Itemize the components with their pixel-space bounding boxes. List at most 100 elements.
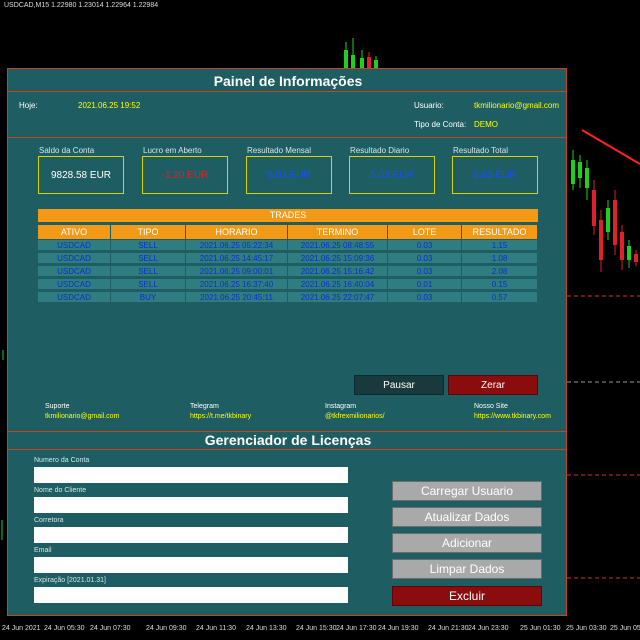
license-button-adicionar[interactable]: Adicionar	[392, 533, 542, 553]
time-axis-label: 24 Jun 05:30	[44, 625, 85, 632]
trades-table: TRADES ATIVO TIPO HORARIO TERMINO LOTE RESULT…	[38, 209, 538, 303]
table-cell: USDCAD	[38, 253, 111, 264]
table-cell: 0.57	[462, 292, 538, 303]
table-row: USDCAD SELL 2021.06.25 09:00:01 2021.06.25 …	[38, 266, 538, 278]
summary-card-value: -1.20 EUR	[142, 156, 228, 194]
table-cell: 2.08	[462, 266, 538, 277]
license-field-input[interactable]	[34, 467, 348, 483]
hoje-label: Hoje:	[19, 101, 38, 110]
table-cell: 2021.06.25 16:40:04	[288, 279, 388, 290]
contact-label: Suporte	[45, 403, 70, 410]
summary-card-value: 9828.58 EUR	[38, 156, 124, 194]
contact-label: Telegram	[190, 403, 219, 410]
time-axis-label: 24 Jun 15:30	[296, 625, 337, 632]
table-cell: 1.15	[462, 240, 538, 251]
license-field-label: Nome do Cliente	[34, 487, 87, 494]
table-cell: 2021.06.25 09:00:01	[186, 266, 288, 277]
trades-header-row: ATIVO TIPO HORARIO TERMINO LOTE RESULTADO	[38, 225, 538, 239]
contact-label: Instagram	[325, 403, 357, 410]
summary-card-value: 5.03 EUR	[349, 156, 435, 194]
pause-button[interactable]: Pausar	[354, 375, 444, 395]
divider	[8, 449, 566, 450]
license-button-limpar-dados[interactable]: Limpar Dados	[392, 559, 542, 579]
tipo-conta-label: Tipo de Conta:	[414, 120, 467, 129]
table-cell: SELL	[111, 240, 186, 251]
license-field-label: Corretora	[34, 517, 64, 524]
tipo-conta-value: DEMO	[474, 120, 498, 129]
trades-column-header: ATIVO	[38, 225, 111, 239]
table-cell: BUY	[111, 292, 186, 303]
table-cell: SELL	[111, 266, 186, 277]
time-axis-label: 24 Jun 17:30	[336, 625, 377, 632]
table-cell: 0.03	[388, 240, 462, 251]
time-axis-label: 24 Jun 19:30	[378, 625, 419, 632]
license-field-label: Expiração [2021.01.31]	[34, 577, 106, 584]
license-field-label: Numero da Conta	[34, 457, 90, 464]
time-axis-label: 24 Jun 09:30	[146, 625, 187, 632]
license-field-label: Email	[34, 547, 52, 554]
time-axis-label: 24 Jun 21:30	[428, 625, 469, 632]
table-cell: USDCAD	[38, 240, 111, 251]
table-cell: USDCAD	[38, 279, 111, 290]
license-title: Gerenciador de Licenças	[204, 432, 372, 448]
summary-card-label: Saldo da Conta	[39, 146, 95, 155]
usuario-label: Usuario:	[414, 101, 444, 110]
table-cell: 2021.06.25 14:45:17	[186, 253, 288, 264]
table-cell: 1.08	[462, 253, 538, 264]
trades-column-header: HORARIO	[186, 225, 288, 239]
table-cell: 0.01	[388, 279, 462, 290]
table-row: USDCAD BUY 2021.06.25 20:45:11 2021.06.25 2…	[38, 292, 538, 304]
summary-card-label: Resultado Diario	[350, 146, 410, 155]
info-panel-title: Painel de Informações	[213, 73, 363, 89]
trades-column-header: LOTE	[388, 225, 462, 239]
time-axis-label: 24 Jun 13:30	[246, 625, 287, 632]
contact-value: https://www.tkbinary.com	[474, 413, 551, 420]
table-row: USDCAD SELL 2021.06.25 05:22:34 2021.06.25 …	[38, 240, 538, 252]
table-cell: 0.03	[388, 292, 462, 303]
hoje-value: 2021.06.25 19:52	[78, 101, 141, 110]
reset-button[interactable]: Zerar	[448, 375, 538, 395]
contact-value: https://t.me/tkbinary	[190, 413, 252, 420]
summary-card-label: Resultado Mensal	[247, 146, 312, 155]
summary-card-value: 5.03 EUR	[452, 156, 538, 194]
divider	[8, 91, 566, 92]
summary-card-value: 5.03 EUR	[246, 156, 332, 194]
license-field-input[interactable]	[34, 497, 348, 513]
time-axis: 24 Jun 2021 24 Jun 05:30 24 Jun 07:30 24 Ju…	[0, 621, 640, 640]
contact-value: tkmilionario@gmail.com	[45, 413, 120, 420]
summary-card-label: Resultado Total	[453, 146, 508, 155]
table-cell: 0.03	[388, 253, 462, 264]
contact-value: @tkfrexmilionarios/	[325, 413, 385, 420]
trades-column-header: TIPO	[111, 225, 186, 239]
table-cell: SELL	[111, 279, 186, 290]
divider	[8, 137, 566, 138]
table-cell: USDCAD	[38, 292, 111, 303]
time-axis-label: 24 Jun 23:30	[468, 625, 509, 632]
trades-title: TRADES	[38, 209, 538, 222]
time-axis-label: 24 Jun 2021	[2, 625, 41, 632]
license-button-excluir[interactable]: Excluir	[392, 586, 542, 606]
time-axis-label: 24 Jun 07:30	[90, 625, 131, 632]
trades-column-header: TERMINO	[288, 225, 388, 239]
table-cell: 2021.06.25 08:48:55	[288, 240, 388, 251]
summary-card-label: Lucro em Aberto	[143, 146, 202, 155]
license-field-input[interactable]	[34, 587, 348, 603]
time-axis-label: 24 Jun 11:30	[196, 625, 236, 632]
license-field-input[interactable]	[34, 527, 348, 543]
table-row: USDCAD SELL 2021.06.25 14:45:17 2021.06.25 …	[38, 253, 538, 265]
table-cell: 2021.06.25 20:45:11	[186, 292, 288, 303]
table-cell: 0.03	[388, 266, 462, 277]
license-button-atualizar-dados[interactable]: Atualizar Dados	[392, 507, 542, 527]
time-axis-label: 25 Jun 05:30	[610, 625, 640, 632]
license-field-input[interactable]	[34, 557, 348, 573]
time-axis-label: 25 Jun 01:30	[520, 625, 561, 632]
table-cell: 2021.06.25 22:07:47	[288, 292, 388, 303]
table-cell: 2021.06.25 16:37:40	[186, 279, 288, 290]
table-cell: 0.15	[462, 279, 538, 290]
table-cell: USDCAD	[38, 266, 111, 277]
table-cell: 2021.06.25 15:09:36	[288, 253, 388, 264]
license-button-carregar-usuario[interactable]: Carregar Usuario	[392, 481, 542, 501]
info-panel: Painel de Informações Hoje: 2021.06.25 1…	[7, 68, 567, 616]
usuario-value: tkmilionario@gmail.com	[474, 101, 560, 110]
table-cell: 2021.06.25 15:16:42	[288, 266, 388, 277]
